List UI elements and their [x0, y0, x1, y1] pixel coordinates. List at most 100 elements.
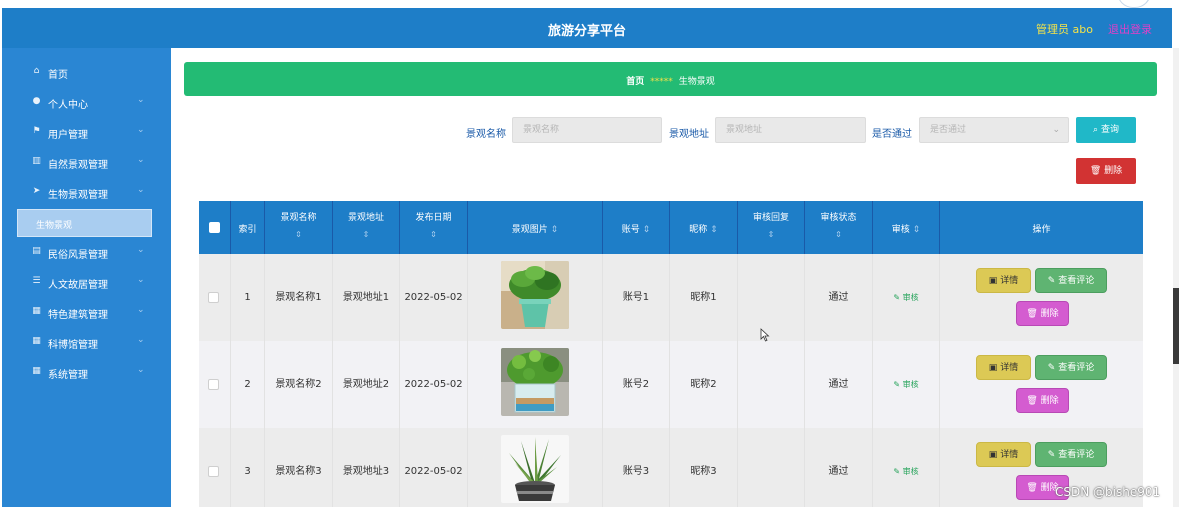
select-all-checkbox[interactable]: [209, 222, 220, 233]
search-address-input[interactable]: 景观地址: [715, 117, 866, 143]
cell-address: 景观地址1: [333, 254, 400, 341]
logout-link[interactable]: 退出登录: [1108, 21, 1152, 37]
breadcrumb: 首页 ***** 生物景观: [184, 62, 1157, 96]
chevron-down-icon: ⌄: [137, 275, 145, 285]
scrollbar-thumb[interactable]: [1173, 288, 1179, 364]
cell-image: [468, 428, 603, 507]
header-name[interactable]: 景观名称 ⇕: [265, 201, 333, 254]
sort-icon: ⇕: [295, 230, 302, 239]
cell-reply: [738, 341, 805, 428]
delete-button[interactable]: 🗑 删除: [1016, 301, 1069, 326]
cell-status: 通过: [805, 254, 873, 341]
batch-delete-button[interactable]: 🗑 删除: [1076, 158, 1136, 184]
card-icon: ▤: [32, 246, 41, 256]
trash-icon: 🗑: [1026, 483, 1038, 493]
sidebar-item-profile[interactable]: ● 个人中心 ⌄: [2, 88, 171, 118]
cell-status: 通过: [805, 341, 873, 428]
search-address-label: 景观地址: [669, 129, 709, 140]
chevron-down-icon: ⌄: [137, 335, 145, 345]
select-placeholder: 是否通过: [930, 125, 967, 135]
page-scrollbar[interactable]: [1173, 48, 1179, 507]
sidebar-item-home[interactable]: ⌂ 首页: [2, 58, 171, 88]
row-checkbox[interactable]: [208, 292, 219, 303]
cell-address: 景观地址2: [333, 341, 400, 428]
audit-link[interactable]: ✎ 审核: [893, 293, 918, 302]
header-reply[interactable]: 审核回复 ⇕: [738, 201, 805, 254]
cell-nickname: 昵称3: [670, 428, 738, 507]
sidebar-item-label: 特色建筑管理: [48, 310, 108, 321]
chevron-down-icon: ⌄: [137, 305, 145, 315]
header-audit[interactable]: 审核 ⇕: [873, 201, 940, 254]
home-icon: ⌂: [33, 66, 40, 76]
header-image[interactable]: 景观图片 ⇕: [468, 201, 603, 254]
detail-button[interactable]: ▣ 详情: [976, 442, 1031, 467]
search-name-input[interactable]: 景观名称: [512, 117, 662, 143]
sidebar-item-architecture[interactable]: ▦ 特色建筑管理 ⌄: [2, 298, 171, 328]
header-nickname[interactable]: 昵称 ⇕: [670, 201, 738, 254]
sidebar-item-label: 民俗风景管理: [48, 250, 108, 261]
sidebar-item-label: 生物景观管理: [48, 190, 108, 201]
view-comments-button[interactable]: ✎ 查看评论: [1035, 268, 1107, 293]
scenery-image[interactable]: [501, 435, 569, 503]
doc-icon: ▣: [988, 363, 998, 373]
row-checkbox[interactable]: [208, 466, 219, 477]
sidebar-item-nature[interactable]: ▥ 自然景观管理 ⌄: [2, 148, 171, 178]
sidebar-item-system[interactable]: ▦ 系统管理 ⌄: [2, 358, 171, 388]
cell-audit: ✎ 审核: [873, 254, 940, 341]
cell-date: 2022-05-02: [400, 341, 468, 428]
sidebar-item-residence[interactable]: ☰ 人文故居管理 ⌄: [2, 268, 171, 298]
cell-index: 1: [231, 254, 265, 341]
row-checkbox[interactable]: [208, 379, 219, 390]
table-row: 3 景观名称3 景观地址3 2022-05-02 账号3 昵称3 通过 ✎ 审核…: [199, 428, 1143, 507]
sidebar-item-users[interactable]: ⚑ 用户管理 ⌄: [2, 118, 171, 148]
breadcrumb-separator: *****: [650, 77, 673, 87]
sort-icon: ⇕: [550, 225, 559, 235]
avatar[interactable]: [1117, 0, 1151, 8]
sidebar-item-label: 个人中心: [48, 100, 88, 111]
query-button-label: 查询: [1100, 125, 1119, 135]
cell-reply: [738, 428, 805, 507]
flag-icon: ⚑: [32, 126, 41, 136]
cell-index: 3: [231, 428, 265, 507]
view-comments-button[interactable]: ✎ 查看评论: [1035, 442, 1107, 467]
view-comments-button[interactable]: ✎ 查看评论: [1035, 355, 1107, 380]
chevron-down-icon: ⌄: [137, 245, 145, 255]
breadcrumb-current: 生物景观: [678, 77, 715, 87]
header-date[interactable]: 发布日期 ⇕: [400, 201, 468, 254]
doc-icon: ▣: [988, 276, 998, 286]
sidebar-item-bio[interactable]: ➤ 生物景观管理 ⌄: [2, 178, 171, 208]
chevron-down-icon: ⌄: [137, 125, 145, 135]
cell-date: 2022-05-02: [400, 254, 468, 341]
app-title: 旅游分享平台: [547, 24, 626, 39]
cell-account: 账号1: [603, 254, 670, 341]
breadcrumb-home[interactable]: 首页: [626, 77, 644, 87]
audit-link[interactable]: ✎ 审核: [893, 380, 918, 389]
audit-link[interactable]: ✎ 审核: [893, 467, 918, 476]
search-pass-select[interactable]: 是否通过 ⌄: [919, 117, 1069, 143]
mouse-cursor-icon: [760, 328, 770, 342]
sidebar-subitem-bio-scenery[interactable]: 生物景观: [17, 209, 152, 237]
sidebar-item-museum[interactable]: ▦ 科博馆管理 ⌄: [2, 328, 171, 358]
cell-audit: ✎ 审核: [873, 341, 940, 428]
cell-ops: ▣ 详情 ✎ 查看评论 🗑 删除: [940, 254, 1143, 341]
delete-button[interactable]: 🗑 删除: [1016, 388, 1069, 413]
header-address[interactable]: 景观地址 ⇕: [333, 201, 400, 254]
detail-button[interactable]: ▣ 详情: [976, 355, 1031, 380]
scenery-image[interactable]: [501, 348, 569, 416]
detail-button[interactable]: ▣ 详情: [976, 268, 1031, 293]
sidebar-item-label: 科博馆管理: [48, 340, 98, 351]
grid-icon: ▦: [32, 306, 41, 316]
trash-icon: 🗑: [1026, 309, 1038, 319]
header-status[interactable]: 审核状态 ⇕: [805, 201, 873, 254]
sidebar-item-folk[interactable]: ▤ 民俗风景管理 ⌄: [2, 238, 171, 268]
header-index: 索引: [231, 201, 265, 254]
chevron-down-icon: ⌄: [137, 365, 145, 375]
sidebar-item-label: 用户管理: [48, 130, 88, 141]
sidebar: ⌂ 首页 ● 个人中心 ⌄ ⚑ 用户管理 ⌄ ▥ 自然景观管理 ⌄ ➤ 生物景观…: [2, 48, 171, 507]
cell-account: 账号2: [603, 341, 670, 428]
query-button[interactable]: ⌕ 查询: [1076, 117, 1136, 143]
chevron-down-icon: ⌄: [1052, 125, 1060, 135]
scenery-image[interactable]: [501, 261, 569, 329]
sort-icon: ⇕: [912, 225, 921, 235]
header-account[interactable]: 账号 ⇕: [603, 201, 670, 254]
